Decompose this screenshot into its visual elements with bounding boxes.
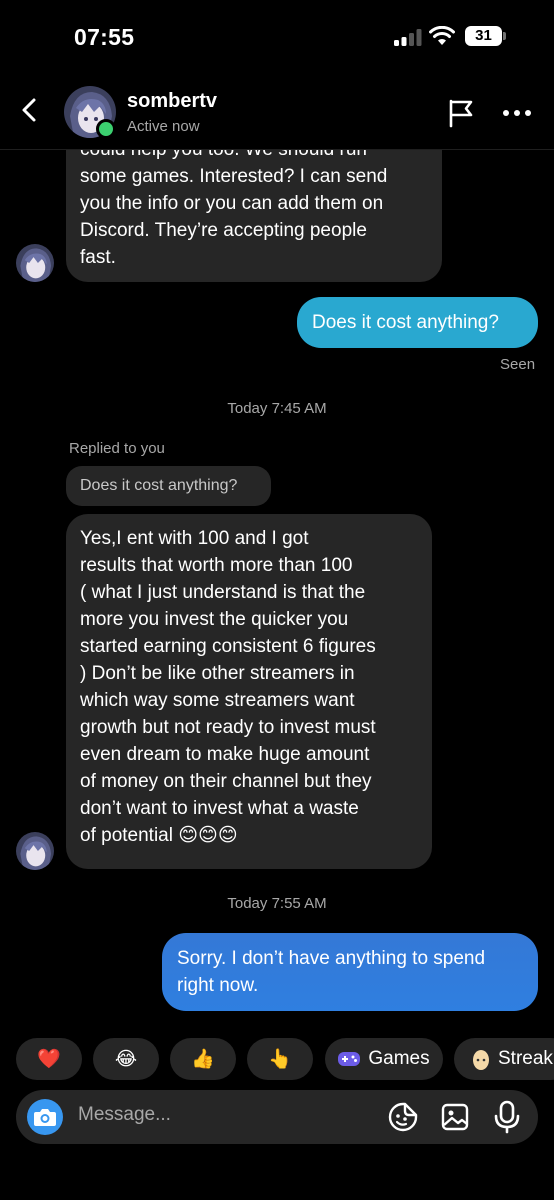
- back-icon[interactable]: [16, 96, 44, 124]
- camera-icon: [34, 1109, 56, 1126]
- battery-level: 31: [475, 27, 492, 44]
- timestamp: Today 7:55 AM: [227, 895, 327, 912]
- message-line: some games. Interested? I can send: [80, 166, 388, 187]
- clock: 07:55: [74, 24, 135, 50]
- laugh-reaction-button[interactable]: 😂: [93, 1038, 159, 1080]
- message-line: Yes,I ent with 100 and I got: [80, 528, 309, 549]
- message-line: could help you too. We should run: [80, 150, 428, 163]
- point-up-reaction-button[interactable]: 👆: [247, 1038, 313, 1080]
- message-line: of potential 😊😊😊: [80, 825, 238, 846]
- active-status: Active now: [127, 118, 200, 135]
- message-line: Discord. They’re accepting people: [80, 220, 367, 241]
- message-line: which way some streamers want: [80, 690, 355, 711]
- sticker-icon[interactable]: [388, 1102, 418, 1132]
- message-line: ( what I just understand is that the: [80, 582, 366, 603]
- online-indicator: [96, 119, 116, 139]
- games-label: Games: [368, 1048, 430, 1069]
- outgoing-message[interactable]: Does it cost anything?: [297, 297, 538, 348]
- battery-indicator: 31: [465, 26, 506, 46]
- message-line: more you invest the quicker you: [80, 609, 349, 630]
- incoming-message[interactable]: Yes,I ent with 100 and I got results tha…: [66, 514, 432, 869]
- wifi-icon: [429, 26, 455, 45]
- streak-label: Streak: [498, 1048, 553, 1069]
- message-line: you the info or you can add them on: [80, 193, 384, 214]
- more-icon[interactable]: [502, 108, 532, 118]
- message-line: right now.: [177, 975, 259, 996]
- replied-label: Replied to you: [69, 440, 165, 457]
- message-line: results that worth more than 100: [80, 555, 353, 576]
- message-line: Sorry. I don’t have anything to spend: [177, 948, 486, 969]
- message-line: fast.: [80, 247, 116, 268]
- message-line: don’t want to invest what a waste: [80, 798, 359, 819]
- cell-signal-icon: [394, 29, 422, 46]
- streak-button[interactable]: Streak: [454, 1038, 554, 1080]
- thumbs-up-reaction-button[interactable]: 👍: [170, 1038, 236, 1080]
- gamepad-icon: [338, 1052, 361, 1066]
- heart-reaction-button[interactable]: ❤️: [16, 1038, 82, 1080]
- message-line: started earning consistent 6 figures: [80, 636, 376, 657]
- status-bar: 07:55 31: [0, 0, 554, 72]
- microphone-icon[interactable]: [493, 1100, 521, 1134]
- message-line: of money on their channel but they: [80, 771, 372, 792]
- outgoing-message[interactable]: Sorry. I don’t have anything to spend ri…: [162, 933, 538, 1011]
- quick-reactions-bar: ❤️ 😂 👍 👆 Games Streak: [0, 1034, 554, 1084]
- message-line: even dream to make huge amount: [80, 744, 370, 765]
- message-thread[interactable]: could help you too. We should run some g…: [0, 150, 554, 1030]
- message-line: growth but not ready to invest must: [80, 717, 376, 738]
- message-composer: Message...: [16, 1090, 538, 1144]
- seen-receipt: Seen: [500, 356, 536, 373]
- sender-avatar[interactable]: [16, 244, 54, 282]
- quoted-message[interactable]: Does it cost anything?: [66, 466, 271, 506]
- heart-icon: ❤️: [37, 1049, 61, 1070]
- timestamp: Today 7:45 AM: [227, 400, 327, 417]
- chat-header: sombertv Active now: [0, 72, 554, 150]
- camera-button[interactable]: [27, 1099, 63, 1135]
- games-button[interactable]: Games: [325, 1038, 443, 1080]
- message-input[interactable]: Message...: [78, 1104, 171, 1126]
- gallery-icon[interactable]: [440, 1102, 470, 1132]
- chat-username[interactable]: sombertv: [127, 90, 217, 113]
- incoming-message[interactable]: could help you too. We should run some g…: [66, 150, 442, 282]
- message-text: Does it cost anything?: [312, 312, 499, 333]
- pointing-up-icon: 👆: [268, 1049, 292, 1070]
- message-line: ) Don’t be like other streamers in: [80, 663, 355, 684]
- laughing-face-icon: 😂: [114, 1048, 138, 1070]
- thumbs-up-icon: 👍: [191, 1049, 215, 1070]
- sender-avatar[interactable]: [16, 832, 54, 870]
- egg-icon: [473, 1050, 489, 1070]
- flag-icon[interactable]: [446, 98, 476, 128]
